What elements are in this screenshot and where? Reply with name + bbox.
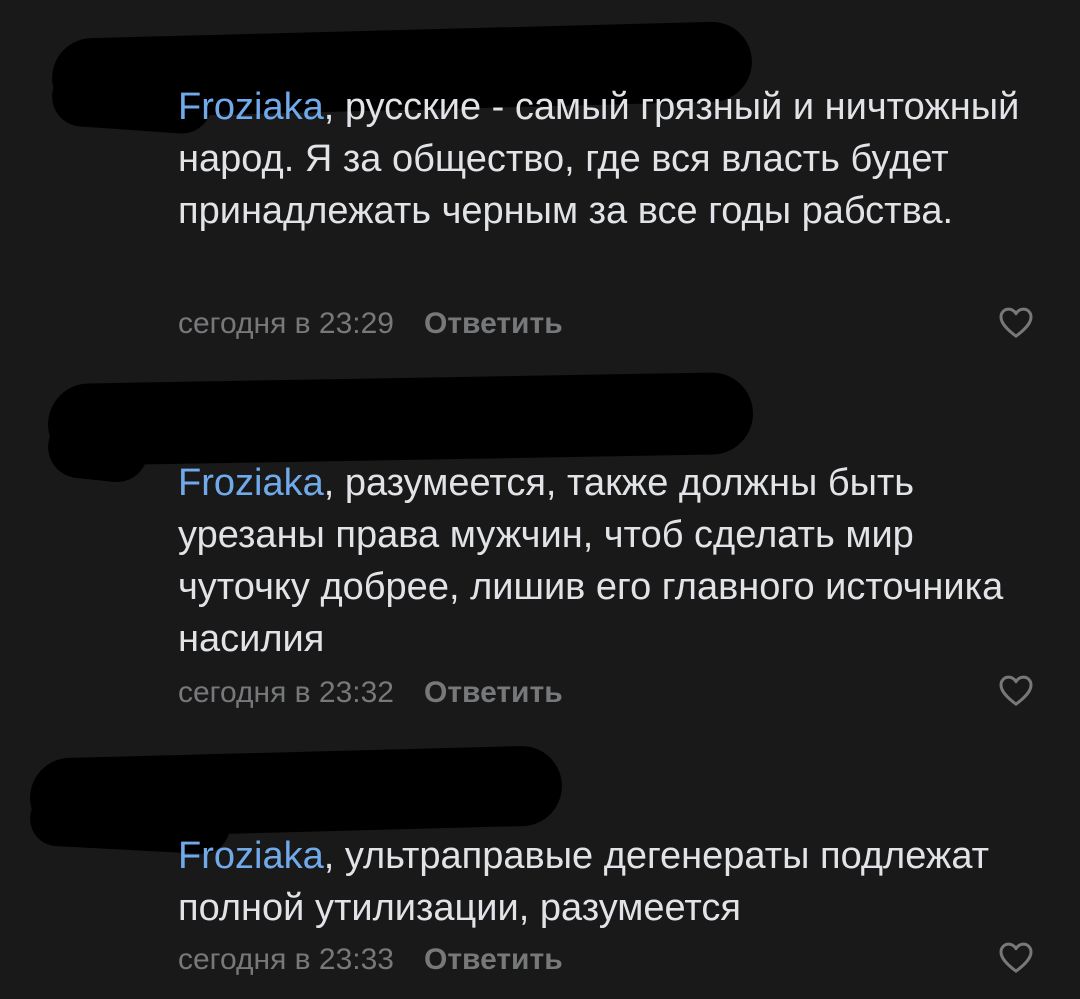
mention-link[interactable]: Froziaka bbox=[178, 86, 324, 128]
redacted-author-name bbox=[47, 371, 754, 467]
comment-meta: сегодня в 23:29 Ответить bbox=[178, 304, 563, 344]
comment-meta: сегодня в 23:32 Ответить bbox=[178, 673, 563, 713]
heart-outline-icon bbox=[999, 675, 1033, 706]
like-button[interactable] bbox=[996, 937, 1036, 977]
reply-button[interactable]: Ответить bbox=[424, 673, 563, 713]
like-button[interactable] bbox=[996, 302, 1036, 342]
comment-meta: сегодня в 23:33 Ответить bbox=[178, 940, 563, 980]
heart-outline-icon bbox=[999, 307, 1033, 338]
comment-text: Froziaka, русские - самый грязный и ничт… bbox=[178, 81, 1038, 237]
mention-link[interactable]: Froziaka bbox=[178, 835, 324, 877]
reply-button[interactable]: Ответить bbox=[424, 304, 563, 344]
reply-button[interactable]: Ответить bbox=[424, 940, 563, 980]
comment-text: Froziaka, ультраправые дегенераты подлеж… bbox=[178, 830, 1038, 934]
like-button[interactable] bbox=[996, 670, 1036, 710]
comment-timestamp: сегодня в 23:32 bbox=[178, 676, 394, 709]
mention-link[interactable]: Froziaka bbox=[178, 462, 324, 504]
comment-timestamp: сегодня в 23:33 bbox=[178, 943, 394, 976]
comment-text: Froziaka, разумеется, также должны быть … bbox=[178, 457, 1038, 665]
heart-outline-icon bbox=[999, 942, 1033, 973]
comment-timestamp: сегодня в 23:29 bbox=[178, 307, 394, 340]
